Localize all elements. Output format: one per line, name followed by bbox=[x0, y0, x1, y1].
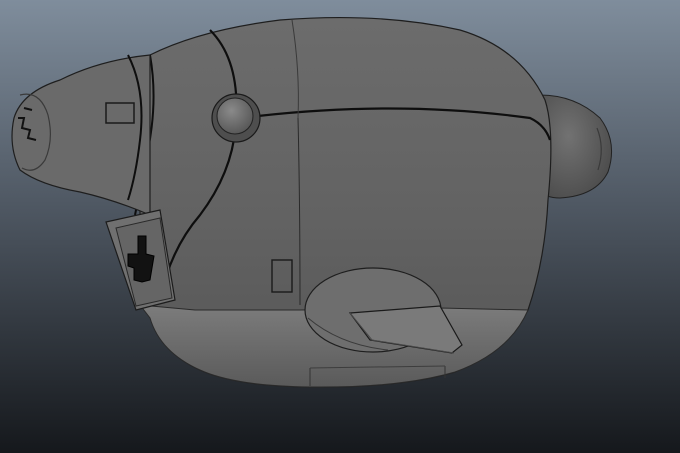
side-bolt[interactable] bbox=[211, 93, 261, 143]
3d-viewport[interactable] bbox=[0, 0, 680, 453]
viewport-canvas[interactable] bbox=[0, 0, 680, 453]
